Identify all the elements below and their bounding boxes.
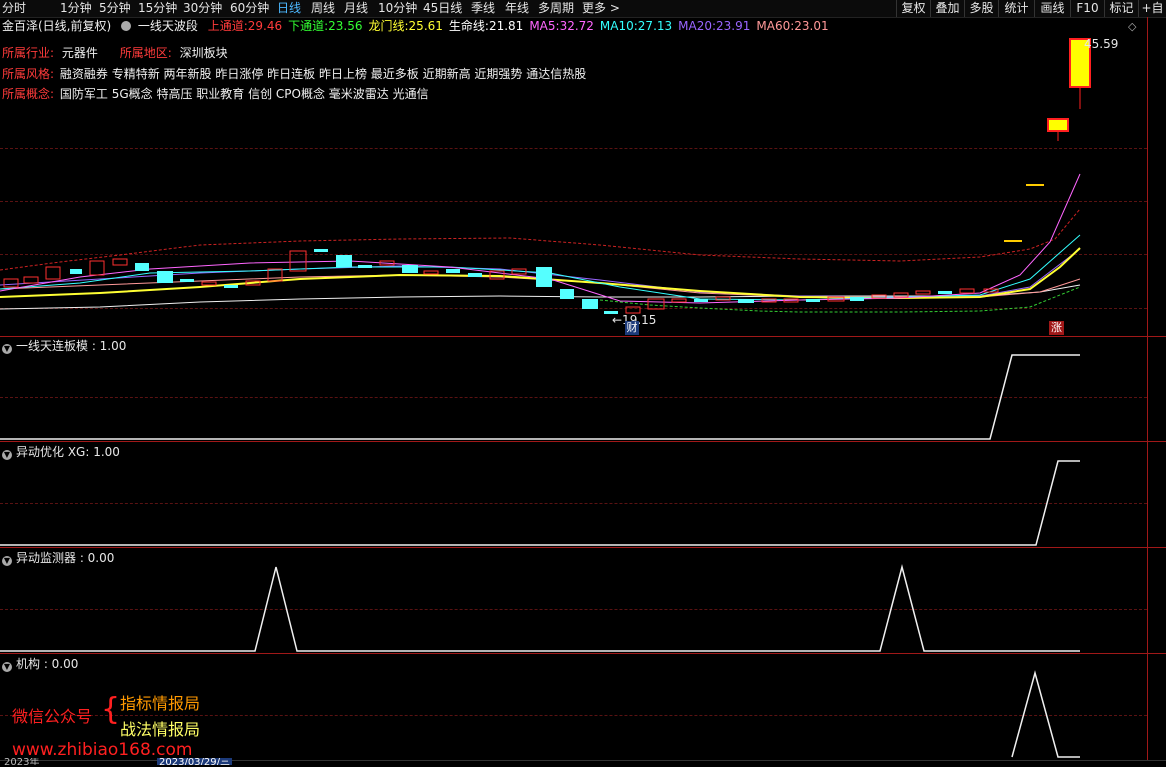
stats-button[interactable]: 统计: [998, 0, 1034, 17]
candle: [23, 276, 39, 284]
candle: [157, 271, 173, 283]
timeframe-toolbar: 分时 1分钟 5分钟 15分钟 30分钟 60分钟 日线 周线 月线 10分钟 …: [0, 0, 1166, 18]
finance-marker[interactable]: 财: [625, 321, 639, 335]
tab-30min[interactable]: 30分钟: [183, 0, 222, 17]
signal-line: [0, 460, 1080, 546]
candle: [289, 250, 307, 272]
upper-channel-line: [0, 208, 1081, 271]
tab-weekly[interactable]: 周线: [311, 0, 335, 17]
candle: [850, 297, 864, 301]
f10-button[interactable]: F10: [1070, 0, 1104, 17]
high-price-label: 45.59: [1084, 37, 1119, 51]
yidong-jiance-chart: [0, 564, 1080, 652]
candle: [582, 299, 598, 309]
candle: [135, 263, 149, 271]
tab-multi-period[interactable]: 多周期: [538, 0, 574, 17]
rise-marker[interactable]: 涨: [1049, 321, 1064, 335]
tab-15min[interactable]: 15分钟: [138, 0, 177, 17]
watermark-line2: 战法情报局: [120, 720, 201, 739]
signal-line: [1011, 670, 1080, 758]
fuquan-button[interactable]: 复权: [896, 0, 930, 17]
candle: [224, 285, 238, 288]
candle: [3, 278, 19, 288]
tab-fenshi[interactable]: 分时: [2, 0, 26, 17]
tab-5min[interactable]: 5分钟: [99, 0, 131, 17]
candle: [715, 296, 731, 301]
overlay-button[interactable]: 叠加: [930, 0, 964, 17]
candle: [267, 268, 283, 282]
candle: [938, 291, 952, 294]
tab-monthly[interactable]: 月线: [344, 0, 368, 17]
candle: [738, 299, 754, 303]
candle: [201, 281, 217, 286]
tab-1min[interactable]: 1分钟: [60, 0, 92, 17]
signal-line: [0, 354, 1080, 440]
candle: [671, 298, 687, 303]
limit-up-candle: [1047, 118, 1069, 132]
tab-45day[interactable]: 45日线: [423, 0, 462, 17]
candle: [446, 269, 460, 273]
multi-stock-button[interactable]: 多股: [964, 0, 998, 17]
candle: [45, 266, 61, 280]
tab-daily[interactable]: 日线: [277, 0, 301, 17]
tab-more[interactable]: 更多 >: [582, 0, 620, 17]
candle: [89, 260, 105, 276]
candle: [468, 273, 482, 277]
candle: [336, 255, 352, 267]
candle: [560, 289, 574, 299]
candle: [959, 288, 975, 294]
watermark-line1: 指标情报局: [120, 694, 201, 713]
candlestick-chart[interactable]: [0, 17, 1147, 337]
candle: [647, 298, 665, 310]
candle: [806, 299, 820, 302]
candle: [423, 270, 439, 275]
add-watchlist-button[interactable]: +自选: [1138, 0, 1166, 17]
candle: [915, 290, 931, 295]
candle: [402, 265, 418, 273]
watermark-url: www.zhibiao168.com: [12, 740, 193, 760]
candle: [358, 265, 372, 268]
candle: [70, 269, 82, 274]
candle: [112, 258, 128, 266]
candle: [536, 267, 552, 287]
candle: [180, 279, 194, 282]
candle-group: [3, 38, 1091, 314]
tab-60min[interactable]: 60分钟: [230, 0, 269, 17]
mark-button[interactable]: 标记: [1104, 0, 1138, 17]
candle: [314, 249, 328, 252]
tab-10min[interactable]: 10分钟: [378, 0, 417, 17]
draw-button[interactable]: 画线: [1034, 0, 1070, 17]
watermark-wechat: 微信公众号: [12, 707, 93, 726]
brace-glyph: {: [101, 692, 121, 727]
signal-line: [0, 564, 1080, 652]
candle: [694, 299, 708, 302]
tab-quarterly[interactable]: 季线: [471, 0, 495, 17]
tab-yearly[interactable]: 年线: [505, 0, 529, 17]
yidong-youhua-chart: [0, 460, 1080, 546]
lianban-indicator-chart: [0, 354, 1080, 440]
